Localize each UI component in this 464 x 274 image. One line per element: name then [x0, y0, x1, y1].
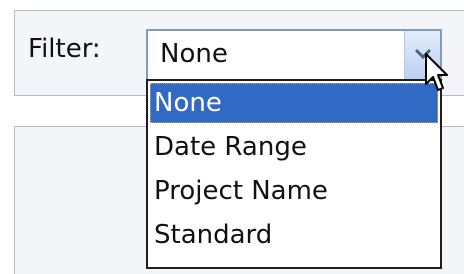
filter-select[interactable]: None — [146, 29, 442, 81]
mouse-pointer-icon — [425, 53, 448, 91]
option-date-range[interactable]: Date Range — [150, 127, 438, 167]
filter-selected-value: None — [160, 39, 228, 69]
option-none[interactable]: None — [150, 83, 438, 123]
option-project-name[interactable]: Project Name — [150, 171, 438, 211]
screenshot-stage: Filter: None None Date Range Project Nam… — [0, 0, 464, 274]
option-standard[interactable]: Standard — [150, 215, 438, 255]
filter-dropdown-list: None Date Range Project Name Standard — [146, 79, 442, 269]
filter-label: Filter: — [28, 34, 101, 64]
